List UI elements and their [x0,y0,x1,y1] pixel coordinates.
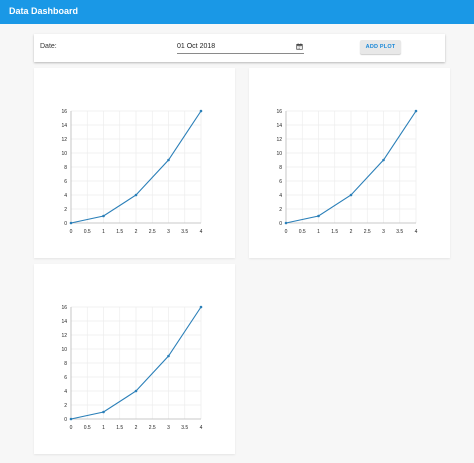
y-tick-label: 16 [61,109,67,115]
x-tick-label: 1 [102,229,105,235]
data-point [102,214,105,218]
y-tick-label: 16 [61,305,67,311]
y-tick-label: 10 [61,151,67,157]
data-point [199,305,203,309]
data-point [284,221,288,225]
x-tick-label: 1.5 [116,425,123,431]
data-point [69,221,73,225]
x-tick-label: 2.5 [364,229,371,235]
y-tick-label: 12 [61,137,67,143]
data-point [414,109,418,113]
y-tick-label: 4 [64,193,67,199]
x-tick-label: 3 [167,425,170,431]
x-tick-label: 2 [350,229,353,235]
x-tick-label: 1.5 [331,229,338,235]
controls-panel: Date: 01 Oct 2018 ADD PLOT [34,34,445,62]
y-tick-label: 12 [61,333,67,339]
x-tick-label: 1 [317,229,320,235]
y-tick-label: 4 [279,193,282,199]
x-tick-label: 4 [200,229,203,235]
y-tick-label: 6 [64,375,67,381]
add-plot-button[interactable]: ADD PLOT [360,40,401,54]
data-point [199,109,203,113]
x-tick-label: 3.5 [181,229,188,235]
chart-card-3: 0 0.5 1 1.5 2 2.5 3 3.5 4 0 2 4 6 8 10 12 14 16 [34,264,235,454]
data-point [349,193,353,197]
y-tick-label: 0 [64,221,67,227]
x-tick-label: 4 [415,229,418,235]
x-tick-label: 4 [200,425,203,431]
x-tick-label: 0 [70,229,73,235]
x-tick-label: 2.5 [149,229,156,235]
date-picker-field[interactable]: 01 Oct 2018 [177,41,304,54]
y-tick-label: 0 [64,417,67,423]
y-tick-label: 6 [64,179,67,185]
x-tick-label: 1 [102,425,105,431]
app-title: Data Dashboard [9,6,79,16]
data-point [134,389,138,393]
y-tick-label: 12 [276,137,282,143]
data-point [167,158,170,162]
y-tick-label: 14 [276,123,282,129]
app-bar: Data Dashboard [0,0,474,24]
y-tick-label: 16 [276,109,282,115]
x-tick-label: 0.5 [84,425,91,431]
y-tick-label: 14 [61,319,67,325]
calendar-icon[interactable] [296,43,303,50]
date-value[interactable]: 01 Oct 2018 [177,43,215,50]
y-tick-label: 2 [279,207,282,213]
data-point [134,193,138,197]
x-tick-label: 2 [135,425,138,431]
data-point [317,214,320,218]
y-tick-label: 8 [64,361,67,367]
y-tick-label: 4 [64,389,67,395]
x-tick-label: 1.5 [116,229,123,235]
x-tick-label: 3.5 [396,229,403,235]
x-tick-label: 3 [382,229,385,235]
y-tick-label: 10 [276,151,282,157]
data-point [102,410,105,414]
y-tick-label: 0 [279,221,282,227]
line-chart-3: 0 0.5 1 1.5 2 2.5 3 3.5 4 0 2 4 6 8 10 12 14 16 [61,305,203,431]
y-tick-label: 8 [64,165,67,171]
x-tick-label: 0.5 [84,229,91,235]
y-tick-label: 10 [61,347,67,353]
data-point [69,417,73,421]
x-tick-label: 3.5 [181,425,188,431]
y-tick-label: 6 [279,179,282,185]
x-tick-label: 0 [70,425,73,431]
data-point [167,354,170,358]
y-tick-label: 2 [64,403,67,409]
chart-card-2: 0 0.5 1 1.5 2 2.5 3 3.5 4 0 2 4 6 8 10 12 14 16 [249,68,450,258]
y-tick-label: 8 [279,165,282,171]
chart-card-1: 0 0.5 1 1.5 2 2.5 3 3.5 4 0 2 4 6 8 10 12 14 16 [34,68,235,258]
x-tick-label: 0.5 [299,229,306,235]
y-tick-label: 14 [61,123,67,129]
y-tick-label: 2 [64,207,67,213]
data-point [382,158,385,162]
line-chart-2: 0 0.5 1 1.5 2 2.5 3 3.5 4 0 2 4 6 8 10 12 14 16 [276,109,418,235]
x-tick-label: 2 [135,229,138,235]
x-tick-label: 0 [285,229,288,235]
line-chart-1: 0 0.5 1 1.5 2 2.5 3 3.5 4 0 2 4 6 8 10 12 14 16 [61,109,203,235]
x-tick-label: 3 [167,229,170,235]
date-label: Date: [40,43,57,50]
x-tick-label: 2.5 [149,425,156,431]
